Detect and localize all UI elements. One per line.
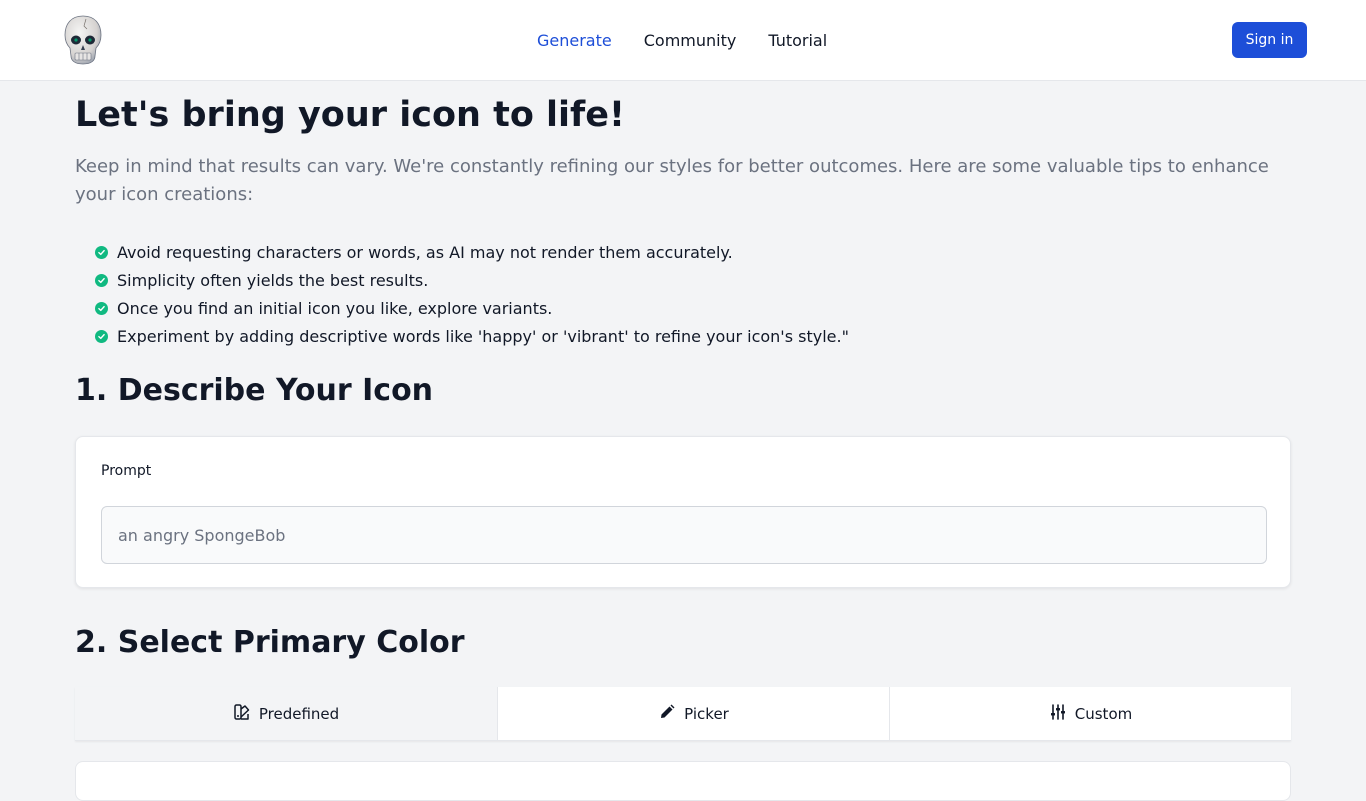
sign-in-button[interactable]: Sign in [1232, 22, 1307, 58]
pencil-icon [658, 703, 676, 725]
main-nav: Generate Community Tutorial [537, 0, 827, 80]
color-mode-tabs: Predefined Picker Custom [75, 687, 1291, 741]
navbar: Generate Community Tutorial Sign in [0, 0, 1366, 81]
check-circle-icon [95, 301, 108, 315]
check-circle-icon [95, 273, 108, 287]
tip-item: Avoid requesting characters or words, as… [95, 238, 849, 266]
color-section-title: 2. Select Primary Color [75, 625, 465, 660]
check-circle-icon [95, 329, 108, 343]
intro-text: Keep in mind that results can vary. We'r… [75, 156, 1269, 205]
page-title: Let's bring your icon to life! [75, 95, 625, 135]
tip-text: Experiment by adding descriptive words l… [117, 326, 849, 346]
nav-link-tutorial[interactable]: Tutorial [768, 31, 827, 50]
tip-text: Simplicity often yields the best results… [117, 270, 429, 290]
tip-text: Avoid requesting characters or words, as… [117, 242, 733, 262]
tab-custom[interactable]: Custom [890, 687, 1291, 740]
check-circle-icon [95, 245, 108, 259]
tab-label: Custom [1074, 704, 1133, 723]
tab-picker[interactable]: Picker [498, 687, 890, 740]
tab-label: Picker [684, 704, 729, 723]
tip-text: Once you find an initial icon you like, … [117, 298, 553, 318]
nav-link-generate[interactable]: Generate [537, 31, 612, 50]
tip-item: Simplicity often yields the best results… [95, 266, 849, 294]
prompt-label: Prompt [101, 463, 152, 479]
color-options-card [75, 761, 1291, 801]
prompt-card: Prompt [75, 436, 1291, 588]
nav-link-community[interactable]: Community [644, 31, 737, 50]
tab-label: Predefined [258, 704, 340, 723]
palette-icon [233, 703, 251, 725]
tab-predefined[interactable]: Predefined [75, 687, 498, 740]
sliders-icon [1049, 703, 1067, 725]
prompt-input[interactable] [101, 506, 1267, 564]
tip-item: Experiment by adding descriptive words l… [95, 322, 849, 350]
tip-item: Once you find an initial icon you like, … [95, 294, 849, 322]
skull-logo-icon[interactable] [64, 15, 102, 65]
describe-section-title: 1. Describe Your Icon [75, 373, 434, 408]
tips-list: Avoid requesting characters or words, as… [95, 238, 849, 350]
